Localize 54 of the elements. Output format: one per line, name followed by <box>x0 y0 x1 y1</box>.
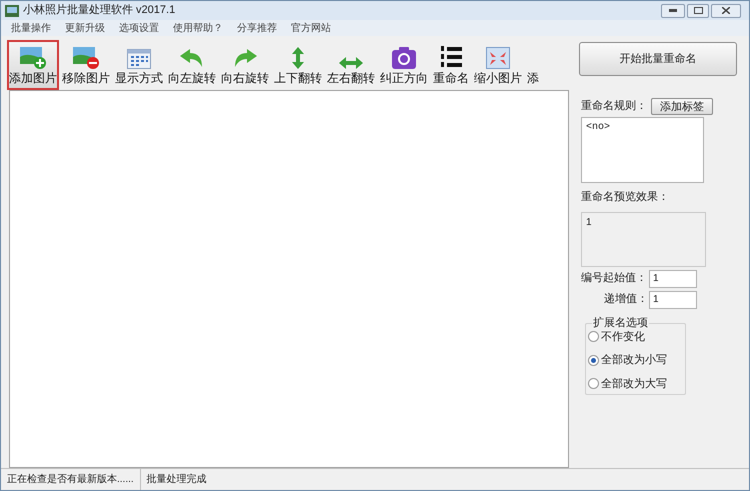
window-title: 小林照片批量处理软件 v2017.1 <box>23 3 176 18</box>
camera-rotate-icon <box>392 47 416 69</box>
preview-label: 重命名预览效果： <box>581 190 670 205</box>
radio-button[interactable] <box>588 354 599 366</box>
preview-field: 1 <box>581 212 706 266</box>
extension-group-title: 扩展名选项 <box>592 314 649 331</box>
toolbar-button[interactable]: 向左旋转 <box>166 40 218 90</box>
increment-label: 递增值： <box>603 292 649 308</box>
toolbar-button[interactable]: 添 <box>525 40 541 90</box>
shrink-icon <box>486 47 510 69</box>
image-plus-icon <box>20 47 46 69</box>
minimize-button[interactable] <box>661 4 685 18</box>
toolbar-button[interactable]: 显示方式 <box>113 40 165 90</box>
curved-arrow-right-icon <box>233 49 257 69</box>
increment-field[interactable]: 1 <box>649 290 697 308</box>
toolbar-button[interactable]: 纠正方向 <box>378 40 430 90</box>
menu-item[interactable]: 更新升级 <box>65 20 105 36</box>
menu-item[interactable]: 官方网站 <box>291 20 331 36</box>
image-minus-icon <box>73 47 99 69</box>
radio-label: 全部改为大写 <box>601 376 667 392</box>
radio-button[interactable] <box>588 378 599 390</box>
radio-button[interactable] <box>588 331 599 342</box>
add-tag-button[interactable]: 添加标签 <box>651 98 713 115</box>
toolbar-button[interactable]: 添加图片 <box>7 40 59 90</box>
maximize-icon <box>694 7 702 14</box>
minimize-icon <box>669 9 677 12</box>
numbered-list-icon <box>440 45 462 69</box>
close-button[interactable] <box>711 4 741 18</box>
app-icon <box>5 4 19 16</box>
toolbar-button[interactable]: 左右翻转 <box>325 40 377 90</box>
rule-label: 重命名规则： <box>581 99 647 114</box>
up-down-arrow-icon <box>292 47 304 69</box>
menu-item[interactable]: 使用帮助？ <box>173 20 223 36</box>
radio-label: 不作变化 <box>601 330 645 344</box>
toolbar-button[interactable]: 移除图片 <box>60 40 112 90</box>
menu-item[interactable]: 选项设置 <box>119 20 159 36</box>
start-number-field[interactable]: 1 <box>649 270 697 288</box>
toolbar-button[interactable]: 缩小图片 <box>472 40 524 90</box>
toolbar-button[interactable]: 向右旋转 <box>219 40 271 90</box>
start-number-label: 编号起始值： <box>581 271 648 286</box>
close-icon <box>722 7 730 14</box>
menu-item[interactable]: 分享推荐 <box>237 20 277 36</box>
curved-arrow-left-icon <box>180 49 204 69</box>
status-text: 批量处理完成 <box>146 472 208 487</box>
grid-icon <box>127 49 151 69</box>
left-right-arrow-icon <box>339 57 363 69</box>
toolbar-button[interactable]: 重命名 <box>431 40 471 90</box>
start-rename-button[interactable]: 开始批量重命名 <box>579 42 737 76</box>
radio-label: 全部改为小写 <box>601 352 667 368</box>
rule-field[interactable]: <no> <box>581 117 704 183</box>
status-text: 正在检查是否有最新版本...... <box>1 469 141 490</box>
toolbar-button[interactable]: 上下翻转 <box>272 40 324 90</box>
menu-item[interactable]: 批量操作 <box>11 20 51 36</box>
maximize-button[interactable] <box>687 4 709 18</box>
